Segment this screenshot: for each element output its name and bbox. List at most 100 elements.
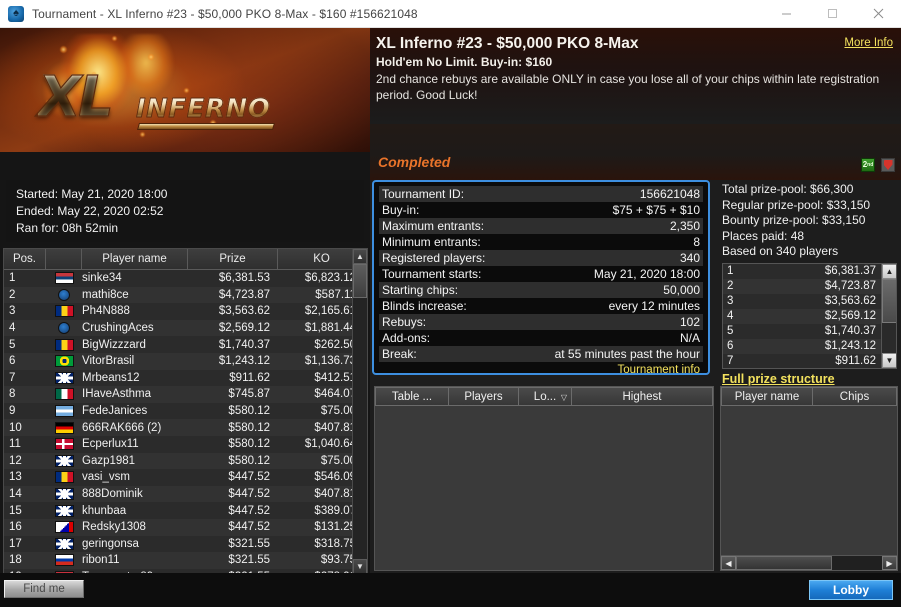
- info-key: Registered players:: [382, 251, 486, 265]
- column-header-players[interactable]: Players: [449, 387, 519, 406]
- minimize-icon[interactable]: [763, 0, 809, 28]
- row-prize: $911.62: [229, 371, 270, 384]
- payout-scroll-up-icon[interactable]: ▲: [882, 263, 896, 279]
- row-prize: $447.52: [228, 521, 270, 534]
- more-info-link[interactable]: More Info: [844, 37, 893, 49]
- info-row: Tournament starts: May 21, 2020 18:00: [379, 266, 703, 282]
- row-position: 14: [9, 488, 22, 501]
- payout-row: 7 $911.62: [723, 353, 896, 368]
- flag-icon-globe: [58, 322, 70, 335]
- chips-scroll-thumb[interactable]: [736, 556, 833, 570]
- table-row[interactable]: 8 IHaveAsthma $745.87 $464.07: [4, 386, 367, 403]
- tournament-info-link[interactable]: Tournament info: [379, 362, 703, 373]
- table-row[interactable]: 15 khunbaa $447.52 $389.07: [4, 502, 367, 519]
- column-header-flag[interactable]: [46, 249, 82, 270]
- row-flag: [46, 421, 82, 434]
- table-row[interactable]: 18 ribon11 $321.55 $93.75: [4, 552, 367, 569]
- row-prize: $321.55: [228, 554, 270, 567]
- column-header-prize[interactable]: Prize: [188, 249, 278, 270]
- chips-scroll-track[interactable]: [736, 556, 882, 570]
- flag-icon-romania: [54, 471, 74, 484]
- row-prize: $447.52: [228, 471, 270, 484]
- row-player-name: mathi8ce: [82, 288, 129, 301]
- prize-pool-line: Total prize-pool: $66,300: [722, 182, 854, 196]
- table-row[interactable]: 11 Ecperlux11 $580.12 $1,040.64: [4, 435, 367, 453]
- results-scroll-thumb[interactable]: [353, 264, 367, 298]
- flag-icon-uk: [54, 488, 74, 501]
- table-row[interactable]: 14 888Dominik $447.52 $407.81: [4, 485, 367, 503]
- row-prize: $1,740.37: [218, 338, 270, 351]
- scroll-up-icon[interactable]: ▲: [353, 249, 367, 264]
- right-column: XL Inferno #23 - $50,000 PKO 8-Max Hold'…: [370, 28, 901, 607]
- info-key: Add-ons:: [382, 331, 431, 345]
- payout-rank: 5: [727, 325, 734, 337]
- info-value: 2,350: [669, 219, 700, 233]
- full-prize-structure-link[interactable]: Full prize structure: [722, 372, 896, 386]
- table-row[interactable]: 3 Ph4N888 $3,563.62 $2,165.61: [4, 303, 367, 320]
- results-scrollbar[interactable]: ▲ ▼: [352, 249, 367, 574]
- table-row[interactable]: 5 BigWizzzard $1,740.37 $262.50: [4, 336, 367, 353]
- row-position: 11: [9, 438, 21, 451]
- column-header-player[interactable]: Player name: [82, 249, 188, 270]
- column-header-pos[interactable]: Pos.: [4, 249, 46, 270]
- payout-scrollbar[interactable]: ▲ ▼: [881, 263, 896, 368]
- flag-icon-romania: [54, 338, 74, 351]
- tournament-info-panel: Tournament ID: 156621048 Buy-in: $75 + $75 …: [372, 180, 710, 375]
- lobby-button[interactable]: Lobby: [809, 580, 893, 600]
- column-header-chips[interactable]: Chips: [813, 387, 897, 406]
- row-flag: [46, 537, 82, 550]
- chips-body[interactable]: [721, 406, 897, 555]
- info-value: at 55 minutes past the hour: [554, 347, 700, 361]
- payout-scroll-thumb[interactable]: [882, 278, 896, 323]
- find-me-button[interactable]: Find me: [4, 580, 84, 598]
- prize-pool-line: Based on 340 players: [722, 244, 839, 258]
- column-header-chips-player[interactable]: Player name: [721, 387, 813, 406]
- table-row[interactable]: 7 Mrbeans12 $911.62 $412.51: [4, 369, 367, 387]
- shield-icon: [881, 158, 895, 172]
- payout-rank: 1: [727, 265, 734, 277]
- results-table-body[interactable]: 1 sinke34 $6,381.53 $6,823.12 2 mathi8ce $4,72…: [4, 270, 367, 574]
- table-row[interactable]: 12 Gazp1981 $580.12 $75.00: [4, 452, 367, 470]
- row-prize: $580.12: [228, 438, 270, 451]
- table-row[interactable]: 9 FedeJanices $580.12 $75.00: [4, 402, 367, 420]
- table-row[interactable]: 16 Redsky1308 $447.52 $131.25: [4, 518, 367, 536]
- row-position: 3: [9, 305, 16, 318]
- table-row[interactable]: 6 VitorBrasil $1,243.12 $1,136.73: [4, 352, 367, 370]
- payout-list[interactable]: 1 $6,381.37 2 $4,723.87 3 $3,563.62 4 $2,569.12…: [722, 262, 897, 369]
- row-position: 8: [9, 388, 16, 401]
- info-value: 156621048: [639, 187, 700, 201]
- results-scroll-track[interactable]: [353, 264, 367, 559]
- chips-hscrollbar[interactable]: ◀ ▶: [721, 555, 897, 570]
- scroll-down-icon[interactable]: ▼: [353, 559, 367, 574]
- xl-inferno-logo: XL INFERNO: [30, 68, 280, 134]
- close-icon[interactable]: [855, 0, 901, 28]
- row-position: 17: [9, 537, 22, 550]
- prize-pool-panel: Total prize-pool: $66,300 Regular prize-p…: [718, 180, 900, 386]
- row-prize: $745.87: [228, 388, 270, 401]
- info-row: Break: at 55 minutes past the hour: [379, 346, 703, 362]
- scroll-right-icon[interactable]: ▶: [882, 556, 897, 570]
- maximize-icon[interactable]: [809, 0, 855, 28]
- row-prize: $4,723.87: [218, 288, 270, 301]
- left-column: XL INFERNO Started: May 21, 2020 18:00 E…: [0, 28, 370, 607]
- table-row[interactable]: 13 vasi_vsm $447.52 $546.09: [4, 469, 367, 486]
- row-player-name: Gazp1981: [82, 454, 136, 467]
- flag-icon-uk: [54, 454, 74, 467]
- table-row[interactable]: 1 sinke34 $6,381.53 $6,823.12: [4, 270, 367, 287]
- info-row: Rebuys: 102: [379, 314, 703, 330]
- info-row: Add-ons: N/A: [379, 330, 703, 346]
- column-header-lowest[interactable]: Lo... ▽: [519, 387, 572, 406]
- tables-header: Table ... Players Lo... ▽ Highest: [375, 387, 713, 406]
- payout-scroll-down-icon[interactable]: ▼: [882, 352, 896, 368]
- column-header-highest[interactable]: Highest: [572, 387, 713, 406]
- scroll-left-icon[interactable]: ◀: [721, 556, 736, 570]
- table-row[interactable]: 10 666RAK666 (2) $580.12 $407.81: [4, 419, 367, 436]
- lowest-label: Lo...: [533, 390, 557, 403]
- row-position: 4: [9, 322, 16, 335]
- table-row[interactable]: 4 CrushingAces $2,569.12 $1,881.44: [4, 319, 367, 337]
- row-position: 15: [9, 504, 22, 517]
- table-row[interactable]: 17 geringonsa $321.55 $318.75: [4, 535, 367, 553]
- table-row[interactable]: 2 mathi8ce $4,723.87 $587.11: [4, 286, 367, 304]
- tables-body[interactable]: [375, 406, 713, 570]
- column-header-table[interactable]: Table ...: [375, 387, 449, 406]
